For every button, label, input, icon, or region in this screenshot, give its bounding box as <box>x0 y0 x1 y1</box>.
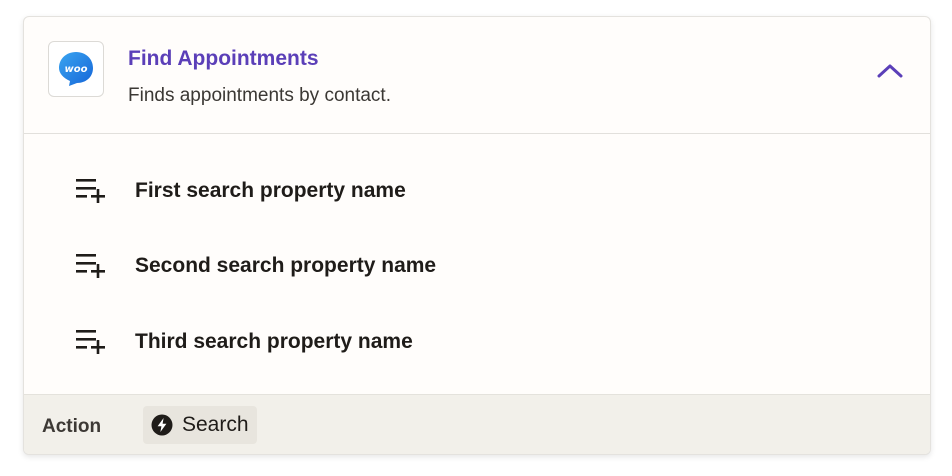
field-label: Third search property name <box>135 330 413 353</box>
add-list-icon <box>76 330 105 354</box>
field-row-first[interactable]: First search property name <box>24 170 930 210</box>
step-type-label: Action <box>42 416 102 437</box>
woo-logo-icon: woo <box>59 52 93 86</box>
field-row-third[interactable]: Third search property name <box>24 321 930 361</box>
step-type-value: Search <box>182 413 249 436</box>
field-label: First search property name <box>135 179 406 202</box>
step-card: woo Find Appointments Finds appointments… <box>23 16 931 455</box>
step-footer: Action Search <box>24 394 930 454</box>
add-list-icon <box>76 179 105 203</box>
step-type-badge: Search <box>143 406 257 444</box>
add-list-icon <box>76 254 105 278</box>
field-row-second[interactable]: Second search property name <box>24 245 930 285</box>
field-label: Second search property name <box>135 254 437 277</box>
chevron-up-icon <box>877 64 903 78</box>
step-description: Finds appointments by contact. <box>128 85 391 106</box>
lightning-bolt-icon <box>151 414 173 436</box>
step-title: Find Appointments <box>128 47 319 70</box>
step-header: woo Find Appointments Finds appointments… <box>24 17 930 134</box>
woo-logo-text: woo <box>65 64 88 75</box>
app-icon: woo <box>48 41 104 97</box>
collapse-button[interactable] <box>870 55 910 87</box>
